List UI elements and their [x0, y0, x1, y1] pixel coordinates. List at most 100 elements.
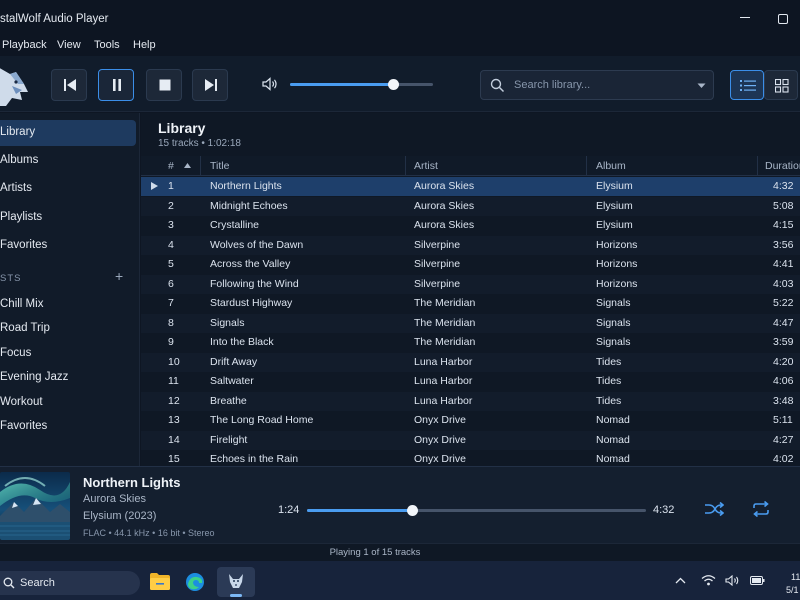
table-row[interactable]: 9 Into the Black The Meridian Signals 3:59 — [141, 333, 800, 352]
track-duration: 5:22 — [773, 297, 794, 309]
menu-view[interactable]: View — [57, 39, 81, 51]
track-artist: Onyx Drive — [414, 433, 466, 446]
column-header-number[interactable]: # — [168, 160, 174, 172]
table-row[interactable]: 4 Wolves of the Dawn Silverpine Horizons 3:5… — [141, 235, 800, 255]
minimize-button[interactable] — [740, 17, 750, 18]
previous-track-button[interactable] — [51, 69, 87, 101]
battery-icon[interactable] — [750, 576, 765, 585]
search-input[interactable] — [514, 77, 694, 93]
table-row[interactable]: 14 Firelight Onyx Drive Nomad 4:27 — [141, 430, 800, 450]
sidebar-item-artists[interactable]: Artists — [0, 176, 136, 202]
column-header-duration[interactable]: Duration — [765, 160, 800, 172]
next-track-button[interactable] — [192, 69, 228, 101]
track-duration: 4:47 — [773, 316, 794, 329]
table-row[interactable]: 10 Drift Away Luna Harbor Tides 4:20 — [141, 352, 800, 372]
table-row[interactable]: 13 The Long Road Home Onyx Drive Nomad 5:11 — [141, 411, 800, 430]
track-album: Elysium — [596, 199, 633, 212]
column-divider[interactable] — [757, 156, 758, 176]
column-divider[interactable] — [200, 156, 201, 176]
track-album: Signals — [596, 336, 631, 348]
track-title: Crystalline — [210, 219, 260, 231]
skip-back-icon — [64, 79, 76, 91]
track-artist: Silverpine — [414, 277, 461, 290]
track-num: 3 — [168, 219, 174, 231]
taskbar-search[interactable]: Search — [0, 571, 140, 595]
table-row[interactable]: 3 Crystalline Aurora Skies Elysium 4:15 — [141, 216, 800, 235]
search-icon — [490, 78, 505, 93]
sidebar-item-albums[interactable]: Albums — [0, 148, 136, 174]
column-header-album[interactable]: Album — [596, 160, 626, 172]
chevron-down-icon[interactable] — [697, 83, 706, 89]
playlist-item[interactable]: Focus — [0, 341, 136, 367]
table-row[interactable]: 7 Stardust Highway The Meridian Signals 5:22 — [141, 294, 800, 313]
table-row[interactable]: 12 Breathe Luna Harbor Tides 3:48 — [141, 391, 800, 411]
menu-help[interactable]: Help — [133, 39, 156, 51]
wolf-app-icon — [229, 574, 243, 588]
track-artist: The Meridian — [414, 316, 476, 329]
playlist-item[interactable]: Evening Jazz — [0, 365, 136, 391]
track-num: 12 — [168, 394, 180, 407]
volume-knob[interactable] — [388, 79, 399, 90]
playlist-item[interactable]: Favorites — [0, 414, 136, 440]
playlist-item[interactable]: Chill Mix — [0, 292, 136, 318]
playlist-item[interactable]: Road Trip — [0, 316, 136, 342]
sidebar-item-library[interactable]: Library — [0, 120, 136, 146]
track-title: Echoes in the Rain — [210, 453, 299, 465]
column-header-artist[interactable]: Artist — [414, 160, 438, 172]
menu-playback[interactable]: Playback — [2, 39, 47, 51]
track-artist: Aurora Skies — [414, 180, 475, 192]
sidebar-item-favorites[interactable]: Favorites — [0, 233, 136, 259]
wolf-logo-icon — [0, 62, 30, 108]
column-divider[interactable] — [405, 156, 406, 176]
track-album: Tides — [596, 375, 622, 387]
seek-knob[interactable] — [407, 505, 418, 516]
clock-time[interactable]: 11 — [791, 572, 800, 582]
track-album: Horizons — [596, 258, 638, 270]
sidebar-item-playlists[interactable]: Playlists — [0, 205, 136, 231]
now-playing-indicator-icon — [151, 182, 158, 190]
column-divider[interactable] — [586, 156, 587, 176]
table-row[interactable]: 2 Midnight Echoes Aurora Skies Elysium 5:08 — [141, 196, 800, 216]
table-row[interactable]: 8 Signals The Meridian Signals 4:47 — [141, 313, 800, 333]
menu-tools[interactable]: Tools — [94, 39, 120, 51]
table-row[interactable]: 6 Following the Wind Silverpine Horizons 4:0… — [141, 274, 800, 294]
track-title: Across the Valley — [210, 258, 291, 270]
page-title: Library — [158, 120, 206, 136]
volume-icon[interactable] — [262, 77, 278, 91]
track-duration: 3:59 — [773, 336, 794, 348]
status-bar: Playing 1 of 15 tracks — [0, 543, 800, 561]
search-box[interactable] — [480, 70, 714, 100]
wifi-icon[interactable] — [701, 574, 716, 586]
table-row[interactable]: 1 Northern Lights Aurora Skies Elysium 4:32 — [141, 177, 800, 196]
library-panel: Library 15 tracks • 1:02:18 # Title Arti… — [141, 113, 800, 466]
playlist-label: Favorites — [0, 420, 48, 432]
edge-browser-button[interactable] — [176, 567, 214, 597]
wolf-player-taskbar-button[interactable] — [217, 567, 255, 597]
track-title: Into the Black — [210, 336, 274, 348]
track-num: 14 — [168, 433, 180, 446]
table-row[interactable]: 11 Saltwater Luna Harbor Tides 4:06 — [141, 372, 800, 391]
clock-date[interactable]: 5/1 — [786, 585, 799, 595]
track-num: 7 — [168, 297, 174, 309]
list-view-button[interactable] — [730, 70, 764, 100]
edge-icon — [186, 573, 204, 591]
track-title: Breathe — [210, 394, 247, 407]
table-row[interactable]: 5 Across the Valley Silverpine Horizons 4:41 — [141, 255, 800, 274]
column-header-title[interactable]: Title — [210, 160, 229, 172]
shuffle-icon[interactable] — [704, 501, 724, 517]
grid-view-button[interactable] — [764, 70, 798, 100]
add-playlist-button[interactable]: + — [115, 268, 123, 284]
track-artist: Onyx Drive — [414, 453, 466, 465]
stop-button[interactable] — [146, 69, 182, 101]
track-artist: The Meridian — [414, 297, 476, 309]
playlist-item[interactable]: Workout — [0, 390, 136, 416]
now-playing-title: Northern Lights — [83, 475, 181, 490]
repeat-icon[interactable] — [751, 501, 771, 517]
maximize-button[interactable] — [778, 14, 788, 24]
speaker-icon[interactable] — [725, 575, 740, 586]
pause-button[interactable] — [98, 69, 134, 101]
file-explorer-button[interactable] — [141, 567, 179, 597]
chevron-up-icon[interactable] — [675, 577, 686, 584]
sidebar-item-label: Playlists — [0, 211, 43, 223]
track-duration: 5:08 — [773, 199, 794, 212]
